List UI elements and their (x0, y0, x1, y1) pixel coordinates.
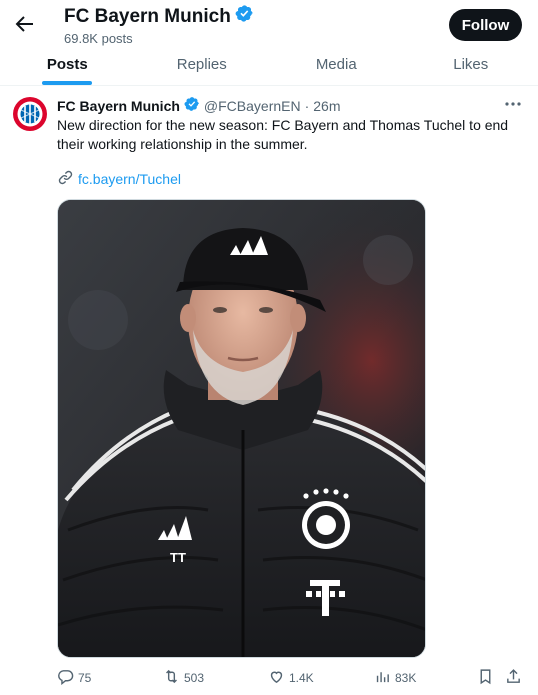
tweet-actions: 75 503 1.4K 83K (57, 668, 527, 690)
tab-replies[interactable]: Replies (135, 44, 270, 85)
coach-portrait-illustration: TT (58, 200, 425, 657)
tweet-media-image[interactable]: TT (57, 199, 426, 658)
tweet-link[interactable]: fc.bayern/Tuchel (57, 169, 181, 189)
tab-posts[interactable]: Posts (0, 44, 135, 85)
verified-badge-icon (184, 96, 200, 115)
more-horizontal-icon[interactable] (503, 96, 523, 112)
profile-header: FC Bayern Munich 69.8K posts Follow (0, 0, 538, 48)
like-count: 1.4K (289, 671, 314, 685)
author-name[interactable]: FC Bayern Munich (57, 98, 180, 114)
tab-likes[interactable]: Likes (404, 44, 538, 85)
reply-icon (57, 668, 74, 688)
arrow-left-icon[interactable] (12, 12, 36, 36)
meta-separator: · (304, 97, 310, 114)
page-title: FC Bayern Munich (64, 4, 254, 29)
verified-badge-icon (235, 4, 254, 29)
reply-action[interactable]: 75 (57, 668, 91, 688)
views-chart-icon (374, 668, 391, 688)
views-count: 83K (395, 671, 417, 685)
svg-text:TT: TT (170, 550, 186, 565)
profile-tabs: Posts Replies Media Likes (0, 44, 538, 86)
like-action[interactable]: 1.4K (268, 668, 314, 688)
fc-bayern-logo (12, 96, 48, 132)
link-text: fc.bayern/Tuchel (78, 171, 181, 187)
share-action[interactable] (505, 668, 522, 688)
bookmark-icon (477, 668, 494, 688)
tweet-text: New direction for the new season: FC Bay… (57, 117, 509, 152)
heart-icon (268, 668, 285, 688)
author-handle[interactable]: @FCBayernEN (204, 98, 301, 114)
views-action[interactable]: 83K (374, 668, 416, 688)
avatar[interactable] (12, 96, 48, 132)
link-icon (57, 169, 74, 189)
bookmark-action[interactable] (477, 668, 494, 688)
repost-icon (163, 668, 180, 688)
tweet-time[interactable]: 26m (313, 98, 340, 114)
repost-count: 503 (184, 671, 205, 685)
profile-name: FC Bayern Munich (64, 5, 231, 27)
follow-button[interactable]: Follow (449, 9, 522, 41)
reply-count: 75 (78, 671, 92, 685)
share-icon (505, 668, 522, 688)
header-title-block: FC Bayern Munich 69.8K posts (64, 4, 254, 46)
tweet-header: FC Bayern Munich @FCBayernEN · 26m (57, 96, 341, 115)
tab-media[interactable]: Media (269, 44, 404, 85)
repost-action[interactable]: 503 (163, 668, 204, 688)
